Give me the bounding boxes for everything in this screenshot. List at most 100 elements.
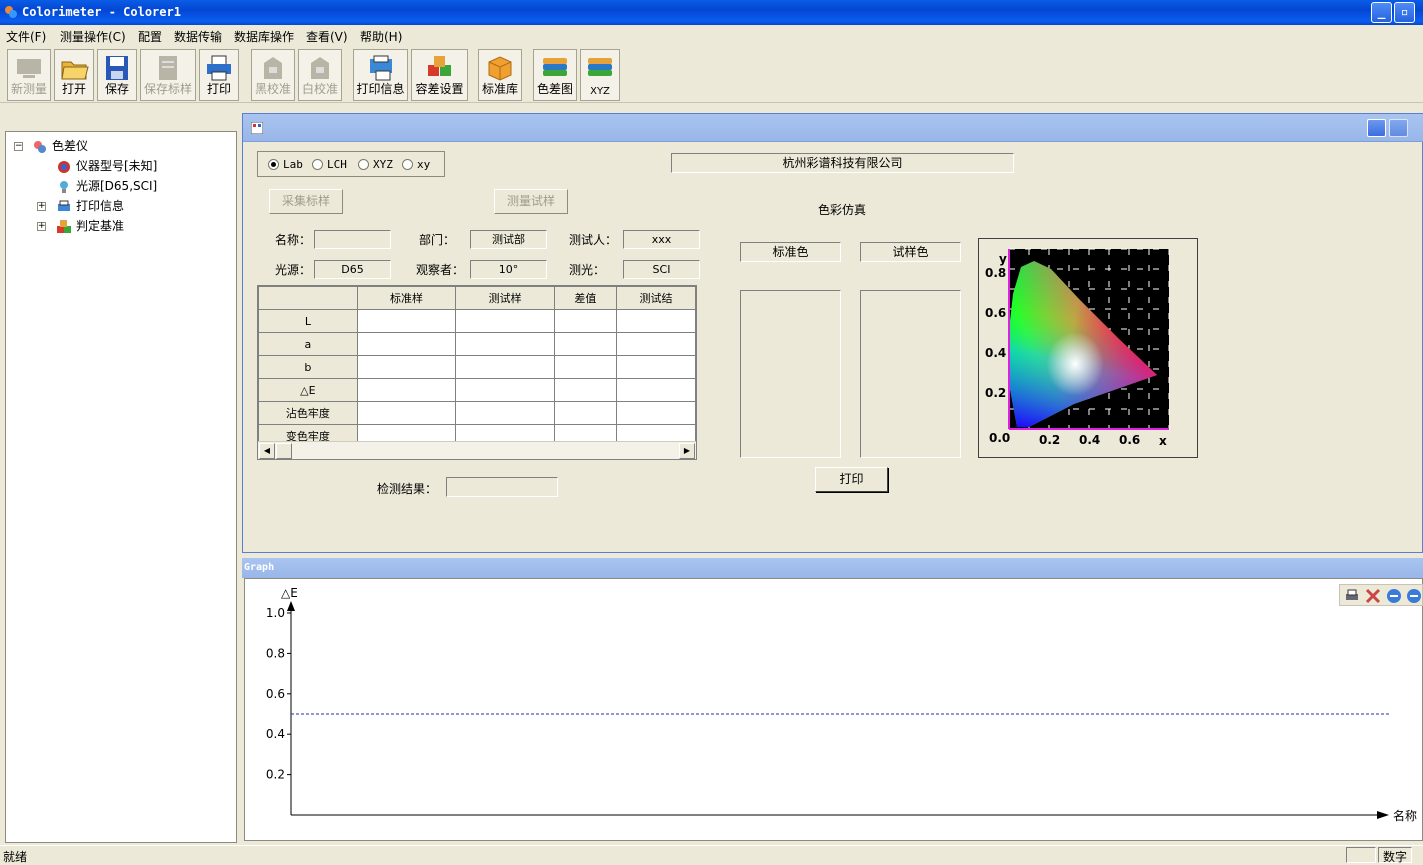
cie-x-tick: 0.2 [1039,433,1060,447]
menu-config[interactable]: 配置 [138,28,162,45]
printer-icon [58,200,70,211]
color-simulation-label: 色彩仿真 [818,203,867,217]
result-table: 标准样 测试样 差值 测试结 L a b △E 沾色牢度 变色牢度 ◀ ▶ [257,285,697,460]
y-tick-label: 0.4 [266,727,285,741]
result-field [446,477,558,497]
collect-standard-button[interactable]: 采集标样 [269,189,343,214]
save-standard-button[interactable]: 保存标样 [140,49,196,101]
dept-field[interactable]: 测试部 [470,230,547,249]
y-axis-arrow [287,601,295,611]
xyz-button[interactable]: XYZ [580,49,620,101]
tree-item-model[interactable]: 仪器型号[未知] [56,157,157,175]
menu-file[interactable]: 文件(F) [6,28,46,45]
cie-y-tick: 0.8 [985,266,1006,280]
observer-field[interactable]: 10° [470,260,547,279]
cie-x-tick: 0.6 [1119,433,1140,447]
minimize-button[interactable]: _ [1371,2,1392,23]
name-field[interactable] [314,230,391,249]
cubes-icon [427,56,451,76]
table-header-cell [258,286,358,310]
zoom-out-icon[interactable] [1406,588,1422,604]
light-field[interactable]: D65 [314,260,391,279]
company-field: 杭州彩谱科技有限公司 [671,153,1014,173]
mdi-caption [243,114,1423,142]
app-icon [5,6,17,18]
trial-color-label: 试样色 [860,242,961,262]
mdi-minimize-button[interactable] [1367,119,1386,137]
scroll-left-icon[interactable]: ◀ [259,443,275,459]
delta-e-graph: △E 名称 0.2 0.4 0.6 0.8 1.0 [244,578,1423,841]
expand-icon[interactable]: + [37,222,46,231]
table-row[interactable]: a [258,332,696,356]
status-cell [1346,847,1376,863]
tree-item-criteria[interactable]: 判定基准 [56,217,124,235]
measure-trial-button[interactable]: 测量试样 [494,189,568,214]
table-row[interactable]: L [258,309,696,333]
radio-lch[interactable]: LCH [312,158,347,171]
folder-icon [61,61,89,80]
collapse-icon[interactable]: − [14,142,23,151]
radio-xy[interactable]: xy [402,158,430,171]
color-space-group: Lab LCH XYZ xy [257,151,445,177]
white-calibration-button[interactable]: 白校准 [298,49,342,101]
zoom-in-icon[interactable] [1386,588,1402,604]
toolbar: 新测量 打开 保存 保存标样 打印 黑校准 白校准 打印信息 容差设置 标准库 … [0,45,1423,103]
menu-view[interactable]: 查看(V) [306,28,348,45]
menu-measure[interactable]: 测量操作(C) [60,28,126,45]
tree-panel: − 色差仪 仪器型号[未知] 光源[D65,SCI] + 打印信息 + 判定基准 [5,131,237,843]
cie-chromaticity-diagram: y x 0.8 0.6 0.4 0.2 0.0 0.2 0.4 0.6 [978,238,1198,458]
color-difference-chart-button[interactable]: 色差图 [533,49,577,101]
menu-database[interactable]: 数据库操作 [234,28,294,45]
name-label: 名称： [275,233,312,247]
menu-help[interactable]: 帮助(H) [360,28,402,45]
print-button[interactable]: 打印 [199,49,239,101]
expand-icon[interactable]: + [37,202,46,211]
tools-icon[interactable] [1365,588,1381,604]
scroll-thumb[interactable] [276,443,292,459]
print-icon[interactable] [1344,588,1360,604]
calibration-icon [311,57,329,79]
standard-library-button[interactable]: 标准库 [478,49,522,101]
tester-field[interactable]: xxx [623,230,700,249]
print-sim-button[interactable]: 打印 [815,467,888,492]
window-title: Colorimeter - Colorer1 [22,5,181,19]
table-row[interactable]: b [258,355,696,379]
status-text: 就绪 [3,850,28,864]
measurement-window: Lab LCH XYZ xy 杭州彩谱科技有限公司 采集标样 测量试样 色彩仿真… [242,113,1423,553]
instrument-icon [34,140,46,153]
print-info-icon [369,55,392,81]
x-axis-arrow [1377,811,1389,819]
y-tick-label: 1.0 [266,606,285,620]
cie-y-tick: 0.0 [989,431,1010,445]
horizontal-scrollbar[interactable]: ◀ ▶ [258,441,696,459]
trial-color-swatch [860,290,961,458]
scroll-right-icon[interactable]: ▶ [679,443,695,459]
radio-lab[interactable]: Lab [268,158,303,171]
table-row[interactable]: 沾色牢度 [258,401,696,425]
mdi-maximize-button[interactable] [1389,119,1408,137]
cie-y-tick: 0.2 [985,386,1006,400]
table-header-cell: 标准样 [356,286,457,310]
cie-plot: y x 0.8 0.6 0.4 0.2 0.0 0.2 0.4 0.6 [985,248,1170,448]
y-tick-label: 0.6 [266,687,285,701]
cie-x-label: x [1159,434,1167,448]
y-tick-label: 0.2 [266,768,285,782]
new-measure-button[interactable]: 新测量 [7,49,51,101]
restore-button[interactable]: ▫ [1394,2,1415,23]
black-calibration-button[interactable]: 黑校准 [251,49,295,101]
print-info-button[interactable]: 打印信息 [353,49,408,101]
cubes-icon [57,219,71,233]
measure-mode-field[interactable]: SCI [623,260,700,279]
open-button[interactable]: 打开 [54,49,94,101]
cie-y-tick: 0.4 [985,346,1006,360]
menu-transfer[interactable]: 数据传输 [174,28,222,45]
tree-item-print-info[interactable]: 打印信息 [56,197,124,215]
tree-item-light-source[interactable]: 光源[D65,SCI] [56,177,157,195]
tree-root[interactable]: 色差仪 [32,137,88,155]
table-row[interactable]: △E [258,378,696,402]
radio-xyz[interactable]: XYZ [358,158,393,171]
save-button[interactable]: 保存 [97,49,137,101]
standard-color-label: 标准色 [740,242,841,262]
tolerance-settings-button[interactable]: 容差设置 [411,49,468,101]
graph-y-label: △E [281,586,298,600]
